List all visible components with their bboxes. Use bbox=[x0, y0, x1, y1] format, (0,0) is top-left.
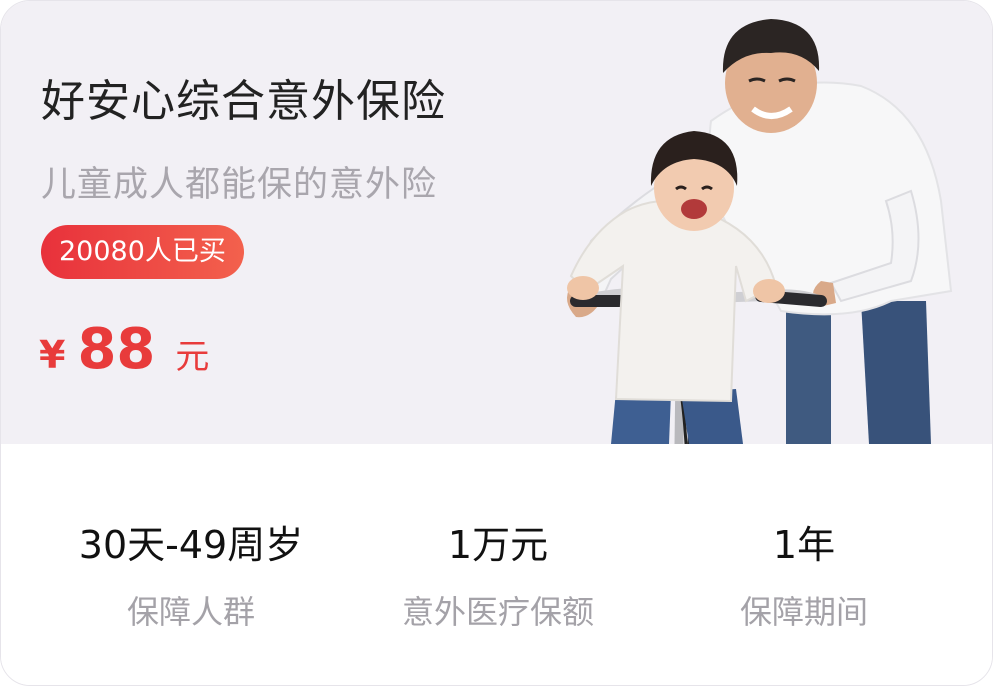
coverage-stats: 30天-49周岁 保障人群 1万元 意外医疗保额 1年 保障期间 bbox=[1, 444, 992, 685]
stat-label: 保障人群 bbox=[126, 593, 255, 631]
insurance-product-card[interactable]: 好安心综合意外保险 儿童成人都能保的意外险 20080人已买 ¥88 元 30天… bbox=[0, 0, 993, 686]
product-subtitle: 儿童成人都能保的意外险 bbox=[41, 165, 438, 205]
price: ¥88 元 bbox=[39, 317, 209, 382]
purchased-count-badge: 20080人已买 bbox=[41, 225, 244, 279]
price-unit: 元 bbox=[175, 337, 210, 377]
stat-medical-amount: 1万元 意外医疗保额 bbox=[388, 514, 608, 633]
stat-coverage-group: 30天-49周岁 保障人群 bbox=[71, 514, 311, 633]
stat-value: 30天-49周岁 bbox=[78, 523, 304, 567]
father-daughter-bicycle-photo bbox=[567, 19, 953, 444]
stat-label: 保障期间 bbox=[739, 593, 868, 631]
stat-value: 1万元 bbox=[447, 523, 549, 567]
product-title: 好安心综合意外保险 bbox=[41, 76, 446, 127]
stat-label: 意外医疗保额 bbox=[401, 593, 594, 631]
stat-value: 1年 bbox=[772, 523, 836, 567]
stat-coverage-period: 1年 保障期间 bbox=[724, 514, 884, 633]
hero-banner: 好安心综合意外保险 儿童成人都能保的意外险 20080人已买 ¥88 元 bbox=[1, 1, 992, 444]
price-amount: 88 bbox=[77, 317, 156, 382]
currency-symbol: ¥ bbox=[39, 333, 66, 377]
